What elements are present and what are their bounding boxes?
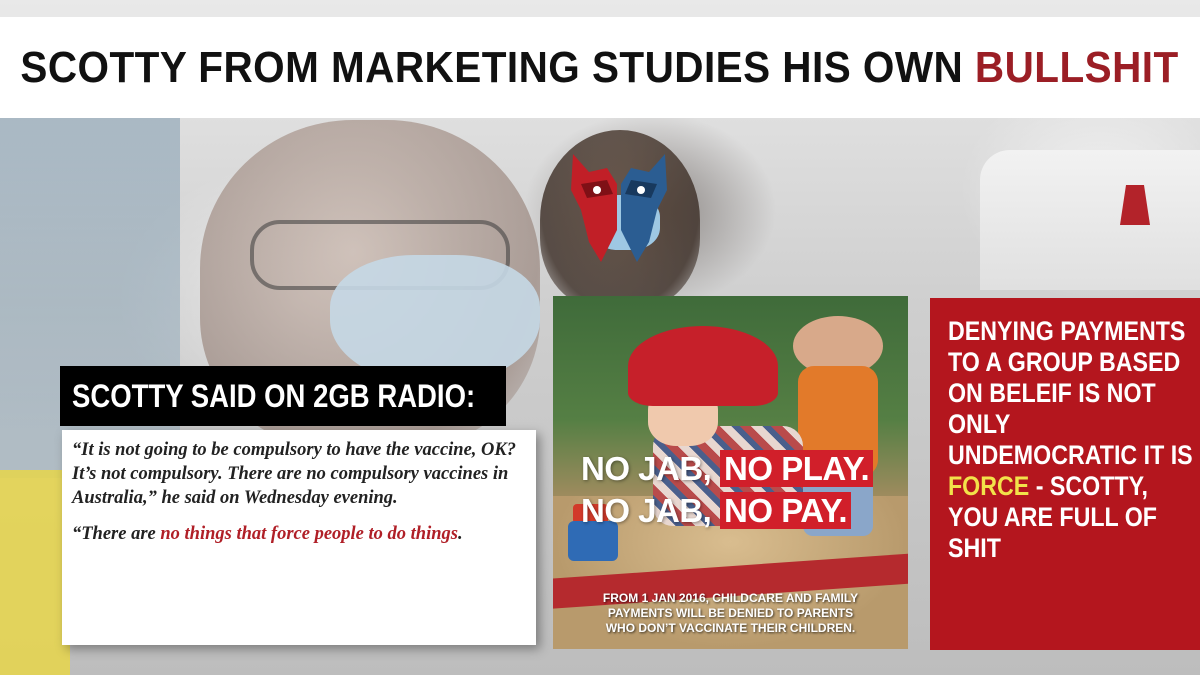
- title-accent: BULLSHIT: [975, 42, 1180, 92]
- quote-paragraph-2-prefix: “There are: [72, 524, 161, 544]
- slogan-line-1-highlight: NO PLAY.: [720, 450, 874, 487]
- slogan-line-1-plain: NO JAB,: [581, 450, 721, 487]
- quote-paragraph-2: “There are no things that force people t…: [72, 522, 522, 546]
- background-lab-coat: [980, 150, 1200, 290]
- quote-paragraph-2-suffix: .: [457, 524, 463, 544]
- slogan-line-2-highlight: NO PAY.: [720, 492, 852, 529]
- page-title: SCOTTY FROM MARKETING STUDIES HIS OWN BU…: [21, 43, 1179, 93]
- quote-box: “It is not going to be compulsory to hav…: [62, 430, 536, 645]
- background-yellow-object: [0, 470, 70, 675]
- commentary-text-before: DENYING PAYMENTS TO A GROUP BASED ON BEL…: [948, 316, 1193, 470]
- slogan-line-2: NO JAB, NO PAY.: [581, 492, 852, 530]
- poster-footer-line-3: WHO DON’T VACCINATE THEIR CHILDREN.: [605, 621, 856, 635]
- slogan-line-2-plain: NO JAB,: [581, 492, 721, 529]
- red-blue-owl-logo-icon: [567, 150, 671, 270]
- no-jab-poster: NO JAB, NO PLAY. NO JAB, NO PAY. FROM 1 …: [553, 296, 908, 649]
- commentary-text: DENYING PAYMENTS TO A GROUP BASED ON BEL…: [948, 316, 1193, 564]
- slogan-line-1: NO JAB, NO PLAY.: [581, 450, 874, 488]
- poster-footer-line-1: FROM 1 JAN 2016, CHILDCARE AND FAMILY: [602, 591, 859, 605]
- quote-label-text: SCOTTY SAID ON 2GB RADIO:: [72, 377, 476, 414]
- quote-label: SCOTTY SAID ON 2GB RADIO:: [60, 366, 506, 426]
- poster-child-cap: [628, 326, 778, 406]
- quote-highlight: no things that force people to do things: [160, 524, 458, 544]
- poster-footer: FROM 1 JAN 2016, CHILDCARE AND FAMILY PA…: [553, 591, 908, 636]
- title-banner: SCOTTY FROM MARKETING STUDIES HIS OWN BU…: [0, 17, 1200, 118]
- poster-footer-line-2: PAYMENTS WILL BE DENIED TO PARENTS: [607, 606, 854, 620]
- quote-paragraph-1: “It is not going to be compulsory to hav…: [72, 440, 516, 508]
- title-prefix: SCOTTY FROM MARKETING STUDIES HIS OWN: [20, 42, 976, 92]
- commentary-highlight: FORCE: [948, 471, 1030, 501]
- commentary-panel: DENYING PAYMENTS TO A GROUP BASED ON BEL…: [930, 298, 1200, 650]
